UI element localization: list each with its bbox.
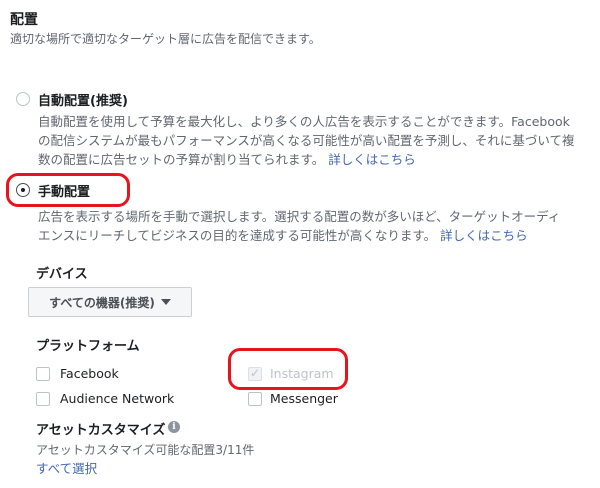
instagram-label: Instagram <box>270 366 334 381</box>
devices-label: デバイス <box>36 267 88 282</box>
devices-dropdown[interactable]: すべての機器(推奨) <box>28 287 192 317</box>
manual-placement-radio[interactable] <box>16 183 30 197</box>
auto-desc-line: 自動配置を使用して予算を最大化し、より多くの人広告を表示することができます。Fa… <box>38 114 570 129</box>
select-all-link[interactable]: すべて選択 <box>36 458 97 477</box>
devices-selected-value: すべての機器(推奨) <box>49 295 155 310</box>
manual-learn-more-link[interactable]: 詳しくはこちら <box>440 228 528 243</box>
platforms-label: プラットフォーム <box>36 339 140 354</box>
placement-subtitle: 適切な場所で適切なターゲット層に広告を配信できます。 <box>10 32 321 46</box>
caret-down-icon <box>160 299 171 305</box>
messenger-checkbox[interactable] <box>248 392 262 406</box>
auto-desc-line: の配信システムが最もパフォーマンスが高くなる可能性が高い配置を予測し、それに基づ… <box>38 133 575 148</box>
info-icon[interactable]: i <box>168 421 180 433</box>
auto-learn-more-link[interactable]: 詳しくはこちら <box>328 152 416 167</box>
manual-desc-line: エンスにリーチしてビジネスの目的を達成する可能性が高くなります。 詳しくはこちら <box>38 228 528 243</box>
facebook-checkbox[interactable] <box>36 367 50 381</box>
manual-placement-description: 広告を表示する場所を手動で選択します。選択する配置の数が多いほど、ターゲットオー… <box>38 207 594 245</box>
asset-count-text: アセットカスタマイズ可能な配置3/11件 <box>36 443 255 457</box>
auto-placement-label[interactable]: 自動配置(推奨) <box>38 90 128 109</box>
instagram-checkbox <box>248 366 262 381</box>
asset-customize-label: アセットカスタマイズ <box>36 423 166 438</box>
auto-desc-line: 数の配置に広告セットの予算が割り当てられます。 詳しくはこちら <box>38 152 416 167</box>
manual-placement-label[interactable]: 手動配置 <box>38 181 90 200</box>
audience-network-checkbox[interactable] <box>36 392 50 406</box>
manual-desc-line: 広告を表示する場所を手動で選択します。選択する配置の数が多いほど、ターゲットオー… <box>38 209 561 224</box>
auto-placement-radio[interactable] <box>16 92 30 106</box>
auto-placement-description: 自動配置を使用して予算を最大化し、より多くの人広告を表示することができます。Fa… <box>38 112 594 169</box>
audience-network-label[interactable]: Audience Network <box>60 391 174 406</box>
placement-title: 配置 <box>10 12 38 28</box>
messenger-label[interactable]: Messenger <box>270 391 338 406</box>
facebook-label[interactable]: Facebook <box>60 366 119 381</box>
